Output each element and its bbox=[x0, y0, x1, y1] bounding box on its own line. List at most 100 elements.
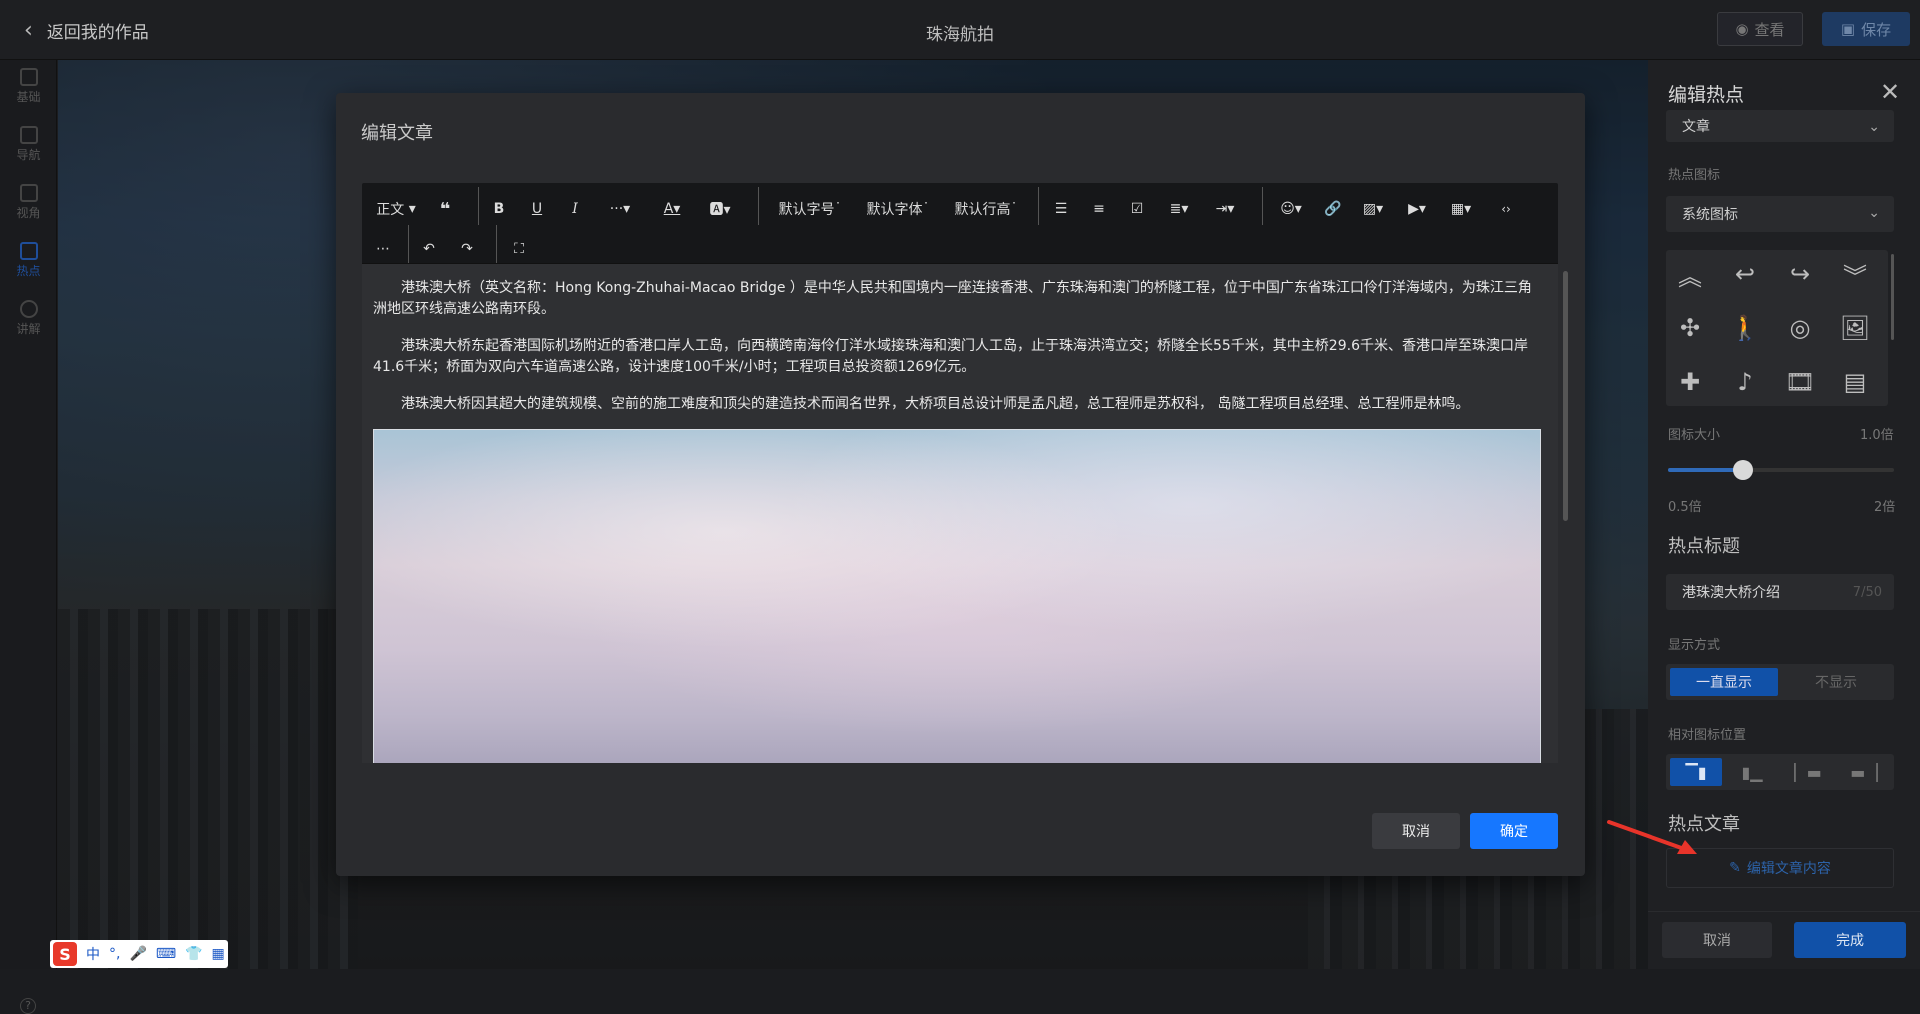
video-icon[interactable]: ▶▾ bbox=[1402, 195, 1432, 223]
position-label: 相对图标位置 bbox=[1668, 728, 1747, 743]
position-left-icon[interactable]: ▏▬ bbox=[1782, 758, 1834, 786]
size-max: 2倍 bbox=[1874, 500, 1896, 515]
align-icon[interactable]: ≣▾ bbox=[1164, 195, 1194, 223]
more-icon[interactable]: ···▾ bbox=[602, 195, 638, 223]
walk-icon[interactable]: 🚶 bbox=[1727, 310, 1763, 346]
background-color-icon[interactable]: 🅰▾ bbox=[704, 195, 736, 223]
modal-ok-button[interactable]: 确定 bbox=[1470, 813, 1558, 849]
hotspot-type-select[interactable]: 文章 ⌄ bbox=[1666, 110, 1894, 142]
nav-item-view[interactable]: 视角 bbox=[0, 184, 57, 221]
reply-icon[interactable]: ↩ bbox=[1727, 256, 1763, 292]
grid-icon bbox=[19, 126, 38, 144]
nav-label: 基础 bbox=[16, 90, 41, 104]
size-slider-fill bbox=[1668, 468, 1743, 472]
document-icon bbox=[19, 68, 38, 86]
link-icon[interactable]: 🔗 bbox=[1322, 195, 1344, 223]
font-family-select[interactable]: 默认字体 ˙ bbox=[860, 195, 936, 223]
font-size-select[interactable]: 默认字号 ˙ bbox=[772, 195, 848, 223]
indent-icon[interactable]: ⇥▾ bbox=[1210, 195, 1240, 223]
size-label: 图标大小 bbox=[1668, 428, 1721, 443]
icon-grid: ︽ ↩ ↪ ︾ ✣ 🚶 ◎ 🖼 ✚ ♪ 🎞 ▤ bbox=[1666, 250, 1888, 406]
ime-punct[interactable]: °, bbox=[109, 946, 120, 962]
position-right-icon[interactable]: ▬▕ bbox=[1838, 758, 1890, 786]
display-label: 显示方式 bbox=[1668, 638, 1721, 653]
forward-icon[interactable]: ↪ bbox=[1782, 256, 1818, 292]
underline-icon[interactable]: U bbox=[526, 195, 548, 223]
code-icon[interactable]: ‹› bbox=[1494, 195, 1518, 223]
position-bottom-icon[interactable]: ▮▁ bbox=[1726, 758, 1778, 786]
size-slider[interactable] bbox=[1668, 468, 1894, 472]
font-color-icon[interactable]: A▾ bbox=[656, 195, 688, 223]
edit-article-modal: 编辑文章 正文 ▾ ❝ B U I ···▾ A▾ 🅰▾ 默认字号 ˙ 默认字体 ˙… bbox=[336, 93, 1585, 876]
save-icon: ▣ bbox=[1840, 20, 1856, 38]
microphone-icon[interactable]: 🎤 bbox=[129, 946, 146, 962]
modal-cancel-button[interactable]: 取消 bbox=[1372, 813, 1460, 849]
chevron-left-icon: ‹ bbox=[24, 18, 33, 43]
hotspot-icon bbox=[19, 242, 38, 260]
article-image[interactable] bbox=[373, 429, 1541, 763]
ime-toolbar: S 中 °, 🎤 ⌨ 👕 ▦ bbox=[50, 940, 228, 968]
shirt-icon[interactable]: 👕 bbox=[185, 946, 202, 962]
panel-done-button[interactable]: 完成 bbox=[1794, 922, 1906, 958]
view-button[interactable]: ◉ 查看 bbox=[1717, 12, 1803, 46]
line-height-select[interactable]: 默认行高 ˙ bbox=[948, 195, 1024, 223]
save-button[interactable]: ▣ 保存 bbox=[1822, 12, 1910, 46]
film-icon[interactable]: 🎞 bbox=[1782, 364, 1818, 400]
apps-icon[interactable]: ▦ bbox=[212, 946, 225, 962]
hotspot-title-heading: 热点标题 bbox=[1668, 536, 1740, 557]
chevron-down-double-icon[interactable]: ︾ bbox=[1837, 256, 1873, 292]
edit-article-button[interactable]: ✎ 编辑文章内容 bbox=[1666, 848, 1894, 888]
nav-item-navigation[interactable]: 导航 bbox=[0, 126, 57, 163]
help-icon[interactable]: ? bbox=[20, 998, 36, 1014]
todo-icon[interactable]: ☑ bbox=[1126, 195, 1148, 223]
quote-icon[interactable]: ❝ bbox=[432, 195, 458, 223]
hotspot-title-input[interactable]: 港珠澳大桥介绍 7/50 bbox=[1666, 574, 1894, 610]
display-hidden-button[interactable]: 不显示 bbox=[1782, 668, 1890, 696]
italic-icon[interactable]: I bbox=[564, 195, 586, 223]
size-min: 0.5倍 bbox=[1668, 500, 1702, 515]
sogou-logo-icon[interactable]: S bbox=[53, 942, 77, 966]
frame-icon bbox=[19, 184, 38, 202]
icon-grid-scrollbar[interactable] bbox=[1891, 254, 1894, 340]
bandage-icon[interactable]: ✚ bbox=[1672, 364, 1708, 400]
keyboard-icon[interactable]: ⌨ bbox=[156, 946, 176, 962]
music-note-icon[interactable]: ♪ bbox=[1727, 364, 1763, 400]
editor-content[interactable]: 港珠澳大桥（英文名称：Hong Kong-Zhuhai-Macao Bridge… bbox=[362, 263, 1558, 763]
icon-source-select[interactable]: 系统图标 ⌄ bbox=[1666, 196, 1894, 232]
display-always-button[interactable]: 一直显示 bbox=[1670, 668, 1778, 696]
nav-item-basic[interactable]: 基础 bbox=[0, 68, 57, 105]
close-icon[interactable]: ✕ bbox=[1880, 78, 1900, 106]
position-top-icon[interactable]: ▔▮ bbox=[1670, 758, 1722, 786]
editor-scrollbar[interactable] bbox=[1563, 271, 1568, 521]
nav-label: 导航 bbox=[16, 148, 41, 162]
chevron-up-double-icon[interactable]: ︽ bbox=[1672, 256, 1708, 292]
nav-item-hotspot[interactable]: 热点 bbox=[0, 242, 57, 279]
image-icon[interactable]: ▨▾ bbox=[1358, 195, 1388, 223]
redo-icon[interactable]: ↷ bbox=[456, 235, 478, 263]
article-paragraph[interactable]: 港珠澳大桥（英文名称：Hong Kong-Zhuhai-Macao Bridge… bbox=[373, 278, 1539, 320]
article-icon[interactable]: ▤ bbox=[1837, 364, 1873, 400]
chevron-down-icon: ⌄ bbox=[1868, 205, 1880, 221]
nav-item-narration[interactable]: 讲解 bbox=[0, 300, 57, 337]
emoji-icon[interactable]: ☺▾ bbox=[1276, 195, 1306, 223]
circle-icon[interactable]: ◎ bbox=[1782, 310, 1818, 346]
fullscreen-icon[interactable]: ⛶ bbox=[508, 235, 530, 263]
table-icon[interactable]: ▦▾ bbox=[1446, 195, 1476, 223]
back-button[interactable]: ‹ 返回我的作品 bbox=[24, 18, 149, 43]
modal-title: 编辑文章 bbox=[361, 123, 433, 144]
pencil-icon: ✎ bbox=[1729, 860, 1741, 876]
paragraph-select[interactable]: 正文 ▾ bbox=[372, 195, 420, 223]
panel-cancel-button[interactable]: 取消 bbox=[1662, 922, 1772, 958]
size-slider-handle[interactable] bbox=[1732, 460, 1753, 480]
article-paragraph[interactable]: 港珠澳大桥东起香港国际机场附近的香港口岸人工岛，向西横跨南海伶仃洋水域接珠海和澳… bbox=[373, 336, 1539, 378]
article-paragraph[interactable]: 港珠澳大桥因其超大的建筑规模、空前的施工难度和顶尖的建造技术而闻名世界，大桥项目… bbox=[373, 394, 1539, 415]
image-icon[interactable]: 🖼 bbox=[1837, 310, 1873, 346]
numbered-list-icon[interactable]: ≡ bbox=[1088, 195, 1110, 223]
hotspot-type-value: 文章 bbox=[1682, 119, 1710, 135]
drone-icon[interactable]: ✣ bbox=[1672, 310, 1708, 346]
bold-icon[interactable]: B bbox=[488, 195, 510, 223]
undo-icon[interactable]: ↶ bbox=[418, 235, 440, 263]
bullet-list-icon[interactable]: ☰ bbox=[1050, 195, 1072, 223]
ime-lang[interactable]: 中 bbox=[86, 944, 100, 964]
divider-icon[interactable]: ⋯ bbox=[372, 235, 394, 263]
